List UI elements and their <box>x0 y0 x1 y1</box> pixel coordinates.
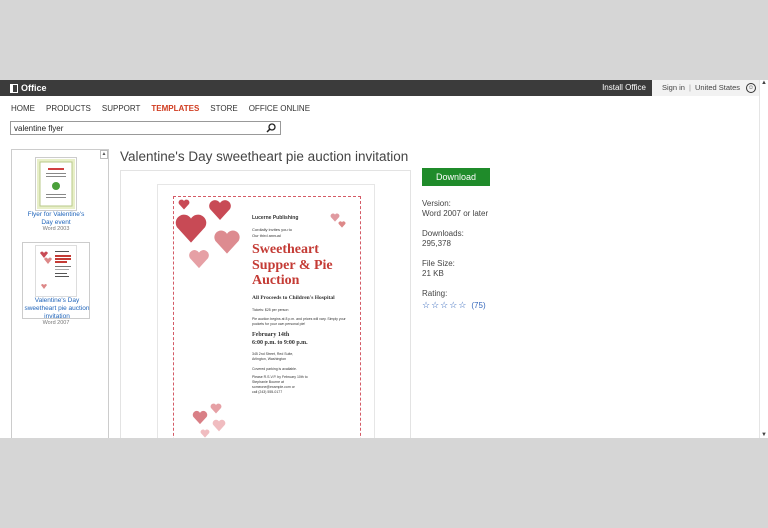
country-selector[interactable]: United States <box>695 80 740 96</box>
sidebar-item-2-version: Word 2007 <box>42 320 70 326</box>
office-logo[interactable]: Office <box>10 83 47 93</box>
heart-icon <box>210 403 222 414</box>
heart-icon <box>200 429 210 438</box>
downloads-label: Downloads: <box>422 229 464 238</box>
star-icon: ☆ <box>449 300 458 310</box>
preview-tickets: Tickets: $25 per person <box>252 308 289 312</box>
heart-icon <box>212 419 226 432</box>
nav-templates[interactable]: TEMPLATES <box>151 104 199 113</box>
separator: | <box>689 83 691 92</box>
preview-rsvp-3: someone@example.com or <box>252 385 295 389</box>
preview-rsvp-4: call (243) 555-0177 <box>252 390 283 394</box>
scroll-down-icon[interactable]: ▼ <box>761 432 767 438</box>
rating-stars[interactable]: ☆ ☆ ☆ ☆ ☆ (75) <box>422 300 486 311</box>
invitation-thumbnail-icon <box>35 245 77 297</box>
heart-icon <box>189 250 209 269</box>
preview-parking: Covered parking is available. <box>252 367 297 371</box>
filesize-value: 21 KB <box>422 269 444 278</box>
heart-icon <box>209 200 231 220</box>
preview-auction-note-2: pockets for your own personal pie! <box>252 322 306 326</box>
heart-icon <box>178 199 190 210</box>
preview-headline-2: Supper & Pie <box>252 258 333 273</box>
preview-time: 6:00 p.m. to 9:00 p.m. <box>252 340 308 346</box>
main-nav: HOME PRODUCTS SUPPORT TEMPLATES STORE OF… <box>11 104 310 113</box>
star-icon: ☆ <box>431 300 440 310</box>
page-scrollbar[interactable]: ▲ ▼ <box>759 80 768 438</box>
office-logo-text: Office <box>21 83 47 93</box>
sidebar-thumb-2[interactable]: Valentine's Day sweetheart pie auction i… <box>22 242 91 321</box>
filesize-label: File Size: <box>422 259 455 268</box>
search-box <box>10 121 281 135</box>
search-input[interactable] <box>14 123 254 133</box>
sidebar-item-1-label[interactable]: Flyer for Valentine's Day event <box>22 211 90 227</box>
office-logo-icon <box>10 83 18 93</box>
feedback-smiley-icon[interactable]: ☺ <box>746 83 756 93</box>
sidebar-item-1-version: Word 2003 <box>42 226 70 232</box>
heart-icon <box>338 221 346 228</box>
downloads-value: 295,378 <box>422 239 451 248</box>
star-icon: ☆ <box>440 300 449 310</box>
version-value: Word 2007 or later <box>422 209 489 218</box>
heart-icon <box>192 410 208 425</box>
version-label: Version: <box>422 199 451 208</box>
nav-store[interactable]: STORE <box>210 104 237 113</box>
nav-home[interactable]: HOME <box>11 104 35 113</box>
search-icon[interactable] <box>266 123 276 133</box>
nav-products[interactable]: PRODUCTS <box>46 104 91 113</box>
preview-address-1: 345 2nd Street, Red Suite, <box>252 352 294 356</box>
preview-publisher: Lucerne Publishing <box>252 215 299 221</box>
preview-intro-1: Cordially invites you to <box>252 227 293 232</box>
download-button[interactable]: Download <box>422 168 490 186</box>
preview-headline-1: Sweetheart <box>252 242 319 257</box>
nav-office-online[interactable]: OFFICE ONLINE <box>249 104 310 113</box>
sidebar-thumb-1[interactable] <box>35 157 77 211</box>
preview-date: February 14th <box>252 332 290 338</box>
heart-icon <box>214 230 240 254</box>
heart-icon <box>175 214 207 243</box>
preview-auction-note-1: Pie auction begins at 8 p.m. and prices … <box>252 317 346 321</box>
browser-viewport: Office Install Office Sign in | United S… <box>0 80 768 438</box>
preview-proceeds: All Proceeds to Children's Hospital <box>252 295 335 301</box>
preview-address-2: Arlington, Washington <box>252 357 287 361</box>
nav-support[interactable]: SUPPORT <box>102 104 141 113</box>
preview-intro-2: Our third annual <box>252 233 281 238</box>
template-preview: Lucerne Publishing Cordially invites you… <box>157 184 375 438</box>
sidebar-item-2-label[interactable]: Valentine's Day sweetheart pie auction i… <box>23 297 91 321</box>
preview-rsvp-1: Please R.S.V.P. by February 10th to <box>252 375 308 379</box>
star-icon: ☆ <box>458 300 467 310</box>
preview-rsvp-2: Stephanie Bourne at <box>252 380 284 384</box>
scroll-up-icon[interactable]: ▲ <box>761 80 767 86</box>
preview-headline-3: Auction <box>252 273 300 288</box>
office-top-bar: Office Install Office Sign in | United S… <box>0 80 768 96</box>
rating-count[interactable]: (75) <box>471 301 485 310</box>
sign-in-link[interactable]: Sign in <box>662 80 685 96</box>
flyer-thumbnail-icon <box>37 159 75 209</box>
page-title: Valentine's Day sweetheart pie auction i… <box>120 149 409 164</box>
account-area: Sign in | United States ☺ <box>652 80 768 96</box>
star-icon: ☆ <box>422 300 431 310</box>
sidebar-scroll-up[interactable]: ▲ <box>100 150 108 159</box>
install-office-link[interactable]: Install Office <box>596 80 652 96</box>
rating-label: Rating: <box>422 289 448 298</box>
